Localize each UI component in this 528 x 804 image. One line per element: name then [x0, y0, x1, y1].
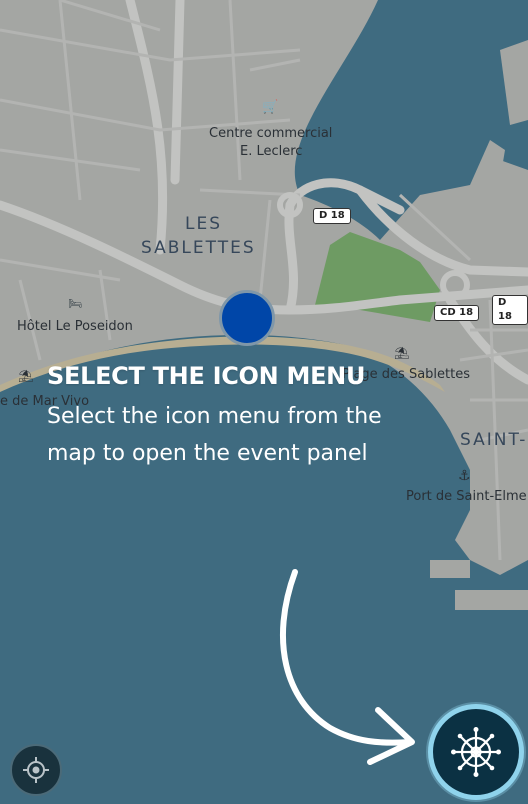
- current-location-marker: [219, 290, 275, 346]
- map-label-saint: SAINT-: [460, 430, 528, 450]
- road-shield-cd18: CD 18: [434, 305, 480, 321]
- crosshair-icon: [23, 757, 49, 783]
- map-view[interactable]: 🛒 Centre commercial E. Leclerc LES SABLE…: [0, 0, 528, 804]
- onboarding-tip: SELECT THE ICON MENU Select the icon men…: [47, 362, 467, 472]
- road-shield-d18-top: D 18: [313, 208, 351, 224]
- locate-me-button[interactable]: [10, 744, 62, 796]
- poi-icon-hotel: 🛏: [68, 297, 82, 310]
- road-shield-d18-right: D 18: [492, 295, 528, 325]
- map-label-leclerc: E. Leclerc: [240, 144, 303, 159]
- map-label-centre-commercial: Centre commercial: [209, 126, 333, 141]
- map-label-sablettes: SABLETTES: [141, 238, 256, 258]
- map-label-les: LES: [185, 214, 223, 234]
- onboarding-body: Select the icon menu from the map to ope…: [47, 404, 382, 466]
- map-label-port: Port de Saint-Elme: [406, 489, 527, 504]
- poi-icon-beach-right: ⛱: [394, 346, 410, 360]
- poi-icon-beach-left: ⛱: [18, 369, 34, 383]
- ship-wheel-icon: [451, 727, 501, 777]
- onboarding-title: SELECT THE ICON MENU: [47, 362, 366, 390]
- map-label-hotel: Hôtel Le Poseidon: [17, 319, 133, 334]
- icon-menu-button[interactable]: [428, 704, 524, 800]
- poi-icon-shop: 🛒: [262, 100, 279, 115]
